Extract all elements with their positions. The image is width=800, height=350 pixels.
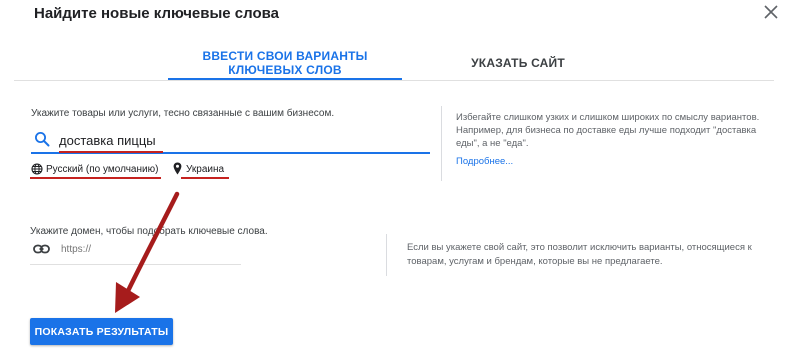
section-divider <box>441 106 442 181</box>
keywords-hint: Укажите товары или услуги, тесно связанн… <box>31 108 335 119</box>
link-icon <box>33 244 50 254</box>
show-results-button[interactable]: ПОКАЗАТЬ РЕЗУЛЬТАТЫ <box>30 318 173 345</box>
keywords-help-text: Избегайте слишком узких и слишком широки… <box>456 112 760 149</box>
annotation-underline-language <box>30 177 161 179</box>
annotation-underline-location <box>181 177 229 179</box>
site-input-underline <box>30 264 241 265</box>
site-help-text: Если вы укажете свой сайт, это позволит … <box>407 242 752 267</box>
language-selector[interactable]: Русский (по умолчанию) <box>46 164 158 175</box>
location-selector[interactable]: Украина <box>186 164 224 175</box>
annotation-underline-keywords <box>59 151 163 153</box>
close-icon[interactable] <box>761 2 781 22</box>
tabs-divider <box>14 80 774 81</box>
site-input[interactable] <box>61 242 231 257</box>
learn-more-link[interactable]: Подробнее... <box>456 156 513 167</box>
tab-specify-site[interactable]: УКАЗАТЬ САЙТ <box>420 56 616 70</box>
tab-enter-keywords[interactable]: ВВЕСТИ СВОИ ВАРИАНТЫ КЛЮЧЕВЫХ СЛОВ <box>168 49 402 77</box>
site-hint: Укажите домен, чтобы подобрать ключевые … <box>30 226 268 237</box>
location-pin-icon <box>173 162 182 175</box>
section-divider <box>386 234 387 276</box>
active-tab-indicator <box>168 78 402 80</box>
dialog-title: Найдите новые ключевые слова <box>34 5 280 22</box>
search-icon <box>35 132 50 147</box>
keywords-input[interactable] <box>59 131 419 149</box>
globe-icon <box>31 163 43 175</box>
